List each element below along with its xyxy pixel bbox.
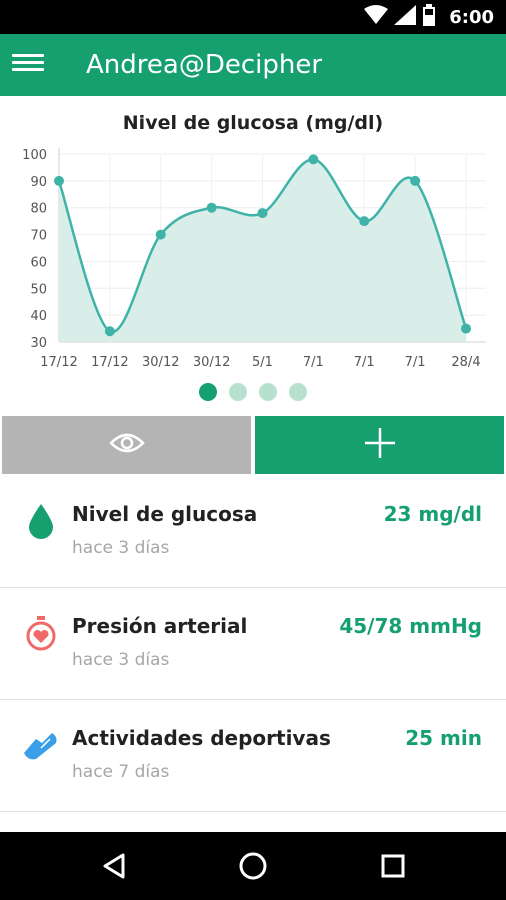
x-tick-label: 30/12: [142, 355, 179, 370]
view-button[interactable]: [2, 416, 251, 474]
y-tick-label: 100: [22, 148, 47, 163]
list-item-blood-pressure[interactable]: Presión arterial hace 3 días 45/78 mmHg: [0, 588, 506, 700]
x-tick-label: 17/12: [91, 355, 128, 370]
y-tick-label: 50: [30, 282, 47, 297]
pager-dot[interactable]: [229, 383, 247, 401]
data-point: [54, 175, 64, 186]
app-title: Andrea@Decipher: [86, 50, 323, 80]
data-point: [206, 202, 217, 213]
plus-icon: [363, 426, 397, 465]
app-bar: Andrea@Decipher: [0, 34, 506, 96]
cellular-signal-icon: [394, 4, 416, 30]
data-point: [359, 216, 370, 227]
chart-canvas: 30 40 50 60 70 80 90 100 17/12 17/12 30/12 30/12 5/1…: [22, 148, 486, 370]
item-label: Presión arterial: [72, 614, 248, 638]
heart-stopwatch-icon: [22, 614, 60, 652]
status-time: 6:00: [449, 7, 494, 28]
running-shoe-icon: [22, 726, 60, 764]
home-circle-icon[interactable]: [233, 846, 273, 886]
item-value: 23 mg/dl: [383, 502, 482, 526]
action-row: [0, 414, 506, 476]
list-item-glucose[interactable]: Nivel de glucosa hace 3 días 23 mg/dl: [0, 476, 506, 588]
navigation-bar: [0, 832, 506, 900]
y-tick-label: 90: [30, 175, 47, 190]
pager-dot[interactable]: [259, 383, 277, 401]
add-button[interactable]: [255, 416, 504, 474]
y-tick-label: 40: [30, 309, 47, 324]
y-tick-label: 80: [30, 202, 47, 217]
item-value: 45/78 mmHg: [339, 614, 482, 638]
item-time-ago: hace 3 días: [72, 650, 170, 670]
y-tick-label: 70: [30, 229, 47, 244]
status-bar: 6:00: [0, 0, 506, 34]
measurements-list: Nivel de glucosa hace 3 días 23 mg/dl Pr…: [0, 476, 506, 812]
back-triangle-icon[interactable]: [94, 846, 134, 886]
x-tick-label: 5/1: [252, 355, 273, 370]
data-point: [257, 208, 268, 219]
glucose-chart[interactable]: Nivel de glucosa (mg/dl) 30 40 50 60 70 80 90 1…: [0, 96, 506, 414]
chart-pager[interactable]: [0, 380, 506, 404]
y-tick-label: 60: [30, 255, 47, 270]
item-time-ago: hace 3 días: [72, 538, 170, 558]
x-tick-label: 30/12: [193, 355, 230, 370]
pager-dot[interactable]: [289, 383, 307, 401]
y-tick-label: 30: [30, 336, 47, 351]
eye-icon: [108, 431, 145, 460]
pager-dot[interactable]: [199, 383, 217, 401]
x-tick-label: 7/1: [405, 355, 426, 370]
item-value: 25 min: [405, 726, 482, 750]
data-point: [410, 175, 421, 186]
x-tick-label: 7/1: [354, 355, 375, 370]
wifi-icon: [364, 4, 388, 30]
data-point: [461, 323, 471, 334]
data-point: [155, 229, 166, 240]
data-point: [308, 154, 319, 165]
item-label: Actividades deportivas: [72, 726, 331, 750]
hamburger-menu-icon[interactable]: [12, 51, 44, 79]
status-icons: [364, 3, 436, 31]
item-time-ago: hace 7 días: [72, 762, 170, 782]
battery-icon: [422, 3, 436, 31]
data-point: [104, 326, 115, 337]
x-tick-label: 17/12: [40, 355, 77, 370]
list-item-sports[interactable]: Actividades deportivas hace 7 días 25 mi…: [0, 700, 506, 812]
item-label: Nivel de glucosa: [72, 502, 258, 526]
water-drop-icon: [22, 502, 60, 540]
x-tick-label: 7/1: [303, 355, 324, 370]
x-tick-label: 28/4: [451, 355, 480, 370]
recents-square-icon[interactable]: [373, 846, 413, 886]
